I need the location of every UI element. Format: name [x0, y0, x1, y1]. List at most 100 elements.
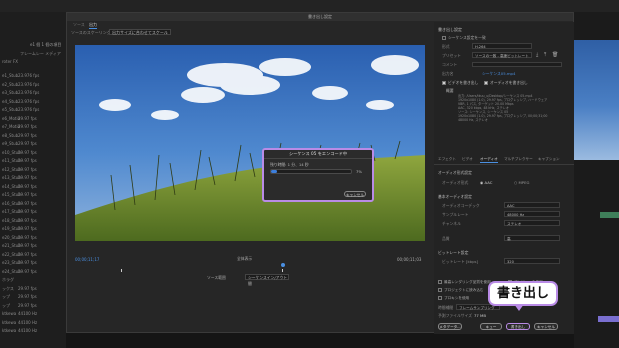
- save-preset-icon[interactable]: ⤓: [536, 52, 538, 58]
- audio-format-header: オーディオ形式設定: [438, 170, 472, 175]
- settings-tab[interactable]: キャプション: [538, 157, 560, 162]
- export-video-checkbox[interactable]: ビデオを書き出し: [442, 80, 478, 86]
- estimated-size-value: 77 MB: [474, 313, 486, 318]
- project-item-fps: 29.97 fps: [18, 234, 37, 240]
- max-render-quality-label: 最高レンダリング品質を使用: [444, 280, 491, 284]
- project-item-fps: 29.97 fps: [18, 251, 37, 257]
- output-name-link[interactable]: シーケンス05.mp4: [482, 71, 515, 77]
- settings-tab[interactable]: ビデオ: [462, 157, 473, 162]
- project-list-item[interactable]: e22_Stub 29.97 fps: [0, 251, 66, 259]
- project-item-name: ホラグ: [2, 277, 14, 282]
- project-list-item[interactable]: e23_Stub 29.97 fps: [0, 259, 66, 267]
- export-audio-checkbox[interactable]: オーディオを書き出し: [484, 80, 528, 86]
- delete-preset-icon[interactable]: 🗑: [552, 52, 558, 58]
- codec-select[interactable]: AAC: [504, 202, 560, 208]
- channels-select[interactable]: ステレオ: [504, 220, 560, 226]
- fit-select[interactable]: 全体表示: [237, 256, 252, 262]
- project-list-item[interactable]: ktkewa 44100 Hz: [0, 310, 66, 318]
- project-item-fps: 29.97 fps: [18, 183, 37, 189]
- project-list-item[interactable]: e2_Stub 23.976 fps: [0, 81, 66, 89]
- encoding-progress-bar: [270, 169, 352, 174]
- import-to-project-checkbox[interactable]: プロジェクトに読み込む: [438, 288, 484, 293]
- project-list-item[interactable]: e19_Stub 29.97 fps: [0, 225, 66, 233]
- bottom-toolbar: [66, 333, 574, 348]
- playhead-handle[interactable]: [281, 263, 285, 267]
- project-item-fps: 29.97 fps: [18, 132, 37, 138]
- project-list-item[interactable]: e7_Motio 29.97 fps: [0, 123, 66, 131]
- project-list-item[interactable]: e21_Stub 29.97 fps: [0, 242, 66, 250]
- project-list-item[interactable]: e9_Stub 29.97 fps: [0, 140, 66, 148]
- max-render-quality-checkbox[interactable]: 最高レンダリング品質を使用: [438, 280, 491, 285]
- project-columns: フレームレー メディア: [20, 51, 61, 56]
- project-item-name: e8_Stub: [2, 132, 19, 138]
- comment-label: コメント: [442, 62, 458, 67]
- estimated-size-label: 予測ファイルサイズ: [438, 313, 473, 318]
- modal-title: シーケンス 05 をエンコード中: [288, 151, 348, 156]
- project-list-item[interactable]: e8_Stub 29.97 fps: [0, 132, 66, 140]
- quality-select[interactable]: 高: [504, 235, 560, 241]
- checkbox-icon: [442, 36, 446, 40]
- project-list-item[interactable]: e5_Stub 23.976 fps: [0, 106, 66, 114]
- project-list-item[interactable]: e10_Stub 29.97 fps: [0, 149, 66, 157]
- cancel-encoding-button[interactable]: キャンセル: [344, 191, 366, 197]
- comment-input[interactable]: [472, 62, 562, 67]
- timeline-clip[interactable]: [598, 316, 619, 322]
- project-item-fps: 29.97 fps: [18, 141, 37, 146]
- import-preset-icon[interactable]: ⤒: [544, 52, 546, 58]
- match-sequence-checkbox[interactable]: シーケンス設定を一致: [442, 35, 486, 41]
- metadata-button[interactable]: メタデータ...: [438, 323, 462, 330]
- timecode-current[interactable]: 00;00;11;17: [75, 257, 99, 262]
- project-item-fps: 44100 Hz: [18, 319, 38, 325]
- bitrate-header: ビットレート設定: [438, 250, 469, 255]
- cancel-button[interactable]: キャンセル: [534, 323, 558, 330]
- project-list-item[interactable]: e4_Stub 23.976 fps: [0, 98, 66, 106]
- project-item-fps: 44100 Hz: [18, 328, 38, 333]
- project-list-item[interactable]: ホラグ: [0, 276, 66, 284]
- project-list-item[interactable]: e1_Stub 23.976 fps: [0, 72, 66, 80]
- project-list-item[interactable]: e20_Stub 29.97 fps: [0, 234, 66, 242]
- settings-tab[interactable]: オーディオ: [480, 157, 498, 163]
- project-list-item[interactable]: e12_Stub 29.97 fps: [0, 166, 66, 174]
- project-item-fps: 29.97 fps: [18, 209, 37, 214]
- bitrate-select[interactable]: 320: [504, 258, 560, 264]
- queue-button[interactable]: キュー: [480, 323, 502, 330]
- basic-audio-header: 基本オーディオ設定: [438, 194, 472, 199]
- project-item-fps: 29.97 fps: [18, 294, 37, 299]
- tab-source[interactable]: ソース: [73, 22, 85, 28]
- project-list-item[interactable]: e24_Stub 29.97 fps: [0, 268, 66, 276]
- project-list-item[interactable]: ktkewa 44100 Hz: [0, 327, 66, 335]
- source-scaling-select[interactable]: 出力サイズに合わせてスケール: [109, 29, 171, 35]
- in-out-range[interactable]: [121, 269, 283, 272]
- project-list-item[interactable]: e18_Stub 29.97 fps: [0, 217, 66, 225]
- project-item-name: ktkewa: [2, 311, 17, 316]
- project-list-item[interactable]: e3_Stub 23.976 fps: [0, 89, 66, 97]
- sample-rate-select[interactable]: 48000 Hz: [504, 211, 560, 217]
- channels-label: チャンネル: [442, 221, 461, 226]
- project-list-item[interactable]: e17_Stub 29.97 fps: [0, 208, 66, 216]
- tab-output[interactable]: 出力: [89, 22, 97, 29]
- project-list-item[interactable]: e6_Motio 29.97 fps: [0, 115, 66, 123]
- export-callout: 書き出し: [488, 281, 558, 306]
- project-list-item[interactable]: ップ 29.97 fps: [0, 302, 66, 310]
- export-video-label: ビデオを書き出し: [448, 80, 479, 85]
- checkbox-icon: [438, 296, 442, 300]
- project-list-item[interactable]: e11_Stub 29.97 fps: [0, 157, 66, 165]
- format-select[interactable]: H.264: [472, 43, 532, 49]
- source-range-select[interactable]: シーケンスイン/アウト間: [245, 274, 289, 286]
- audio-format-aac-radio[interactable]: ◉ AAC: [480, 180, 492, 185]
- audio-format-mpeg-radio[interactable]: ○ MPEG: [514, 180, 529, 185]
- project-list-item[interactable]: e13_Stub 29.97 fps: [0, 174, 66, 182]
- project-list-item[interactable]: e14_Stub 29.97 fps: [0, 183, 66, 191]
- timeline-clip[interactable]: [600, 212, 619, 218]
- project-list-item[interactable]: e16_Stub 29.97 fps: [0, 200, 66, 208]
- checkbox-icon: [438, 288, 442, 292]
- project-list-item[interactable]: ップ 29.97 fps: [0, 293, 66, 301]
- project-list-item[interactable]: e15_Stub 29.97 fps: [0, 191, 66, 199]
- settings-tab[interactable]: エフェクト: [438, 157, 456, 162]
- settings-tab[interactable]: マルチプレクサー: [504, 157, 533, 162]
- proxy-use-checkbox[interactable]: プロキシを使用: [438, 296, 469, 301]
- preset-select[interactable]: ソースの一致 - 高速ビットレート: [472, 52, 532, 58]
- project-list-item[interactable]: ktkewa 44100 Hz: [0, 319, 66, 327]
- project-list-item[interactable]: ックス 29.97 fps: [0, 285, 66, 293]
- export-button[interactable]: 書き出し: [506, 323, 530, 330]
